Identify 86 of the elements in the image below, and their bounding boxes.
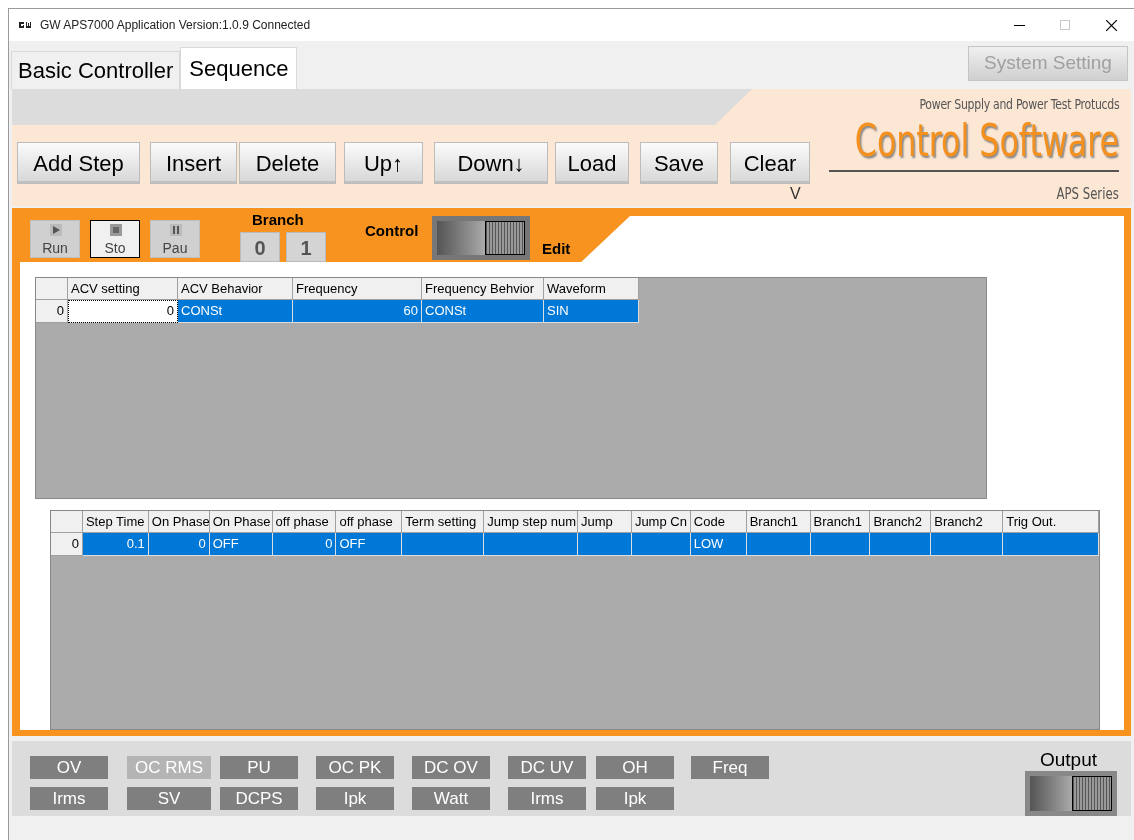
row-header[interactable]: 0 [36, 300, 68, 323]
toolbar-button[interactable]: Add Step [17, 142, 140, 184]
status-indicator: PU [220, 756, 298, 779]
table-cell [578, 533, 632, 556]
table-cell: CONSt [422, 300, 544, 323]
status-indicator: DC UV [508, 756, 586, 779]
table-cell: 60 [293, 300, 422, 323]
run-control-button[interactable]: Run [30, 220, 80, 258]
status-indicator: SV [127, 787, 211, 810]
mode-switch[interactable] [432, 216, 530, 260]
toolbar-button[interactable]: Insert [150, 142, 237, 184]
minimize-icon [1013, 24, 1025, 26]
edit-label: Edit [542, 239, 571, 259]
series-label: APS Series [1056, 184, 1119, 205]
status-indicator: OH [596, 756, 674, 779]
tab[interactable]: Basic Controller [11, 51, 181, 89]
column-header[interactable]: Step Time [82, 511, 149, 533]
column-header[interactable]: Term setting [402, 511, 485, 533]
table-cell [810, 533, 871, 556]
table-cell: CONSt [178, 300, 293, 323]
column-header[interactable]: ACV setting [68, 278, 178, 300]
table-cell: LOW [690, 533, 747, 556]
toolbar-button[interactable]: Delete [239, 142, 336, 184]
table-cell: 0 [68, 300, 178, 323]
status-indicator: DC OV [412, 756, 490, 779]
status-indicator: Ipk [596, 787, 674, 810]
column-header[interactable]: off phase [272, 511, 337, 533]
table-cell: SIN [544, 300, 639, 323]
table-cell [746, 533, 811, 556]
stop-icon [110, 224, 122, 236]
column-header[interactable]: Jump [578, 511, 632, 533]
toolbar-button[interactable]: Up↑ [344, 142, 423, 184]
table-cell: OFF [336, 533, 403, 556]
table-cell: 0 [272, 533, 337, 556]
column-header[interactable]: Code [690, 511, 747, 533]
column-header[interactable]: Frequency [293, 278, 422, 300]
window-title: GW APS7000 Application Version:1.0.9 Connected [40, 17, 311, 34]
column-header[interactable]: Jump Cn [631, 511, 691, 533]
version-marker: V [790, 185, 801, 203]
status-indicator: Irms [30, 787, 108, 810]
toolbar-button[interactable]: Clear [730, 142, 810, 184]
row-header[interactable]: 0 [51, 533, 83, 556]
pause-icon [170, 224, 182, 236]
column-header[interactable]: Branch2 [870, 511, 932, 533]
column-header[interactable]: Waveform [544, 278, 639, 300]
maximize-icon [1060, 20, 1070, 30]
tab[interactable]: Sequence [180, 47, 298, 89]
run-control-button[interactable]: Pau [150, 220, 200, 258]
column-header[interactable]: Branch1 [810, 511, 871, 533]
column-header[interactable]: ACV Behavior [178, 278, 293, 300]
toolbar-button[interactable]: Load [555, 142, 629, 184]
column-header[interactable]: Jump step num [484, 511, 578, 533]
branch-label: Branch [252, 210, 304, 230]
tagline: Power Supply and Power Test Protucds [919, 95, 1119, 114]
toolbar-button[interactable]: Down↓ [434, 142, 548, 184]
toolbar-button[interactable]: Save [640, 142, 718, 184]
status-indicator: Irms [508, 787, 586, 810]
column-header[interactable]: off phase [336, 511, 403, 533]
product-title: Control Software [854, 115, 1119, 167]
status-indicator: OV [30, 756, 108, 779]
status-indicator: OC RMS [127, 756, 211, 779]
column-header[interactable]: Branch2 [931, 511, 1004, 533]
control-label: Control [365, 221, 419, 241]
status-indicator: Watt [412, 787, 490, 810]
table-cell [631, 533, 691, 556]
table-cell: OFF [209, 533, 273, 556]
table-cell: 0 [148, 533, 210, 556]
column-header[interactable]: Trig Out. [1003, 511, 1099, 533]
column-header[interactable]: Frequency Behvior [422, 278, 544, 300]
column-header[interactable]: On Phase [209, 511, 273, 533]
status-indicator: OC PK [316, 756, 394, 779]
output-switch[interactable] [1025, 771, 1117, 816]
column-header[interactable]: Branch1 [746, 511, 811, 533]
status-indicator: DCPS [220, 787, 298, 810]
status-indicator: Freq [691, 756, 769, 779]
branch-button[interactable]: 1 [286, 232, 326, 262]
play-icon [50, 224, 62, 236]
table-cell [870, 533, 932, 556]
table-cell: 0.1 [82, 533, 149, 556]
column-header[interactable]: On Phase [148, 511, 210, 533]
run-control-button[interactable]: Sto [90, 220, 140, 258]
close-icon [1105, 19, 1117, 31]
app-logo-icon [18, 20, 34, 30]
branch-button[interactable]: 0 [240, 232, 280, 262]
status-indicator: Ipk [316, 787, 394, 810]
output-label: Output [1040, 748, 1098, 772]
